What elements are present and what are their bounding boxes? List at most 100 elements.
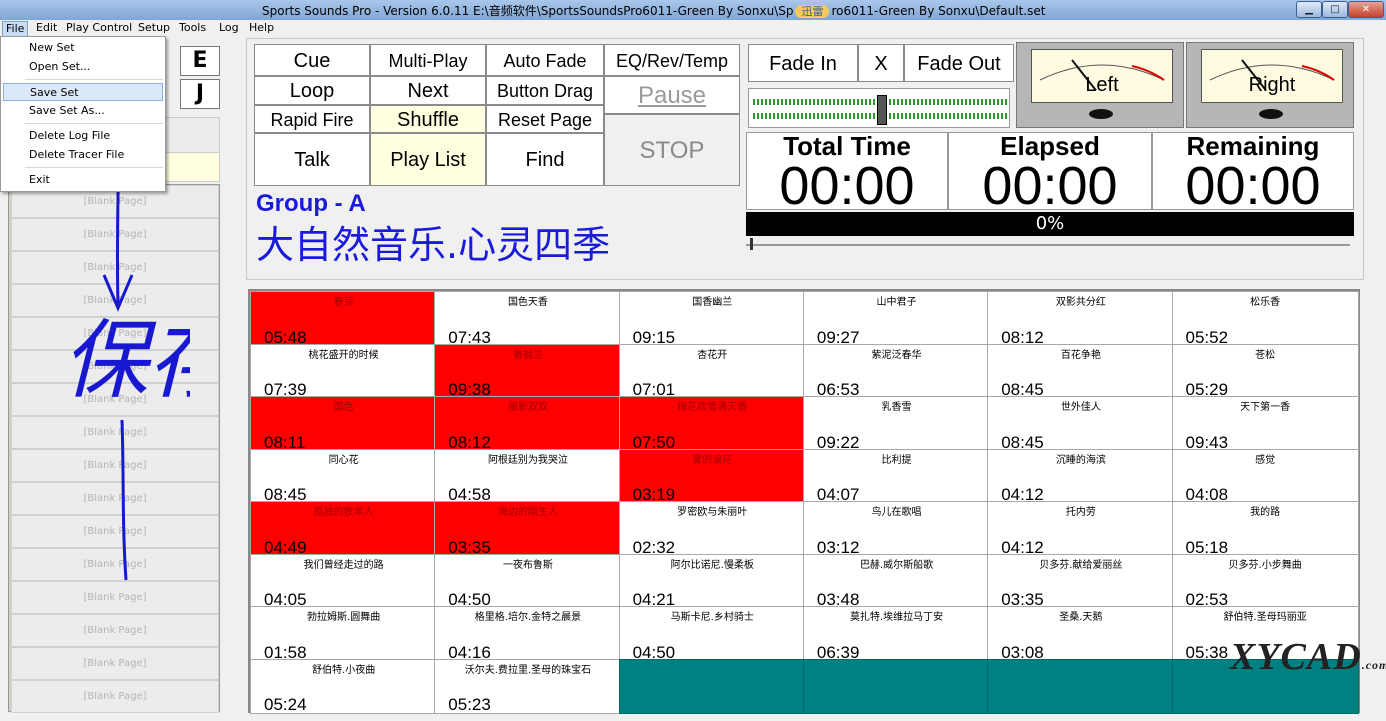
xycad-watermark: XYCAD.com <box>1230 636 1386 678</box>
play-list-button[interactable]: Play List <box>370 133 486 186</box>
page-item[interactable]: [Blank Page] <box>11 647 219 680</box>
sound-title: 春芽 <box>333 297 354 308</box>
elapsed-display: Elapsed 00:00 <box>948 132 1152 210</box>
shuffle-button[interactable]: Shuffle <box>370 105 486 133</box>
sound-button[interactable]: 沉睡的海滨 04:12 <box>987 448 1175 504</box>
menu-play-control[interactable]: Play Control <box>63 21 135 35</box>
sound-button[interactable]: 托内劳 04:12 <box>987 501 1175 557</box>
position-slider[interactable] <box>746 238 1350 250</box>
sound-button[interactable]: 巴赫.威尔斯船歌 03:48 <box>802 553 991 609</box>
sound-button[interactable]: 勃拉姆斯.圆舞曲 01:58 <box>250 606 438 662</box>
sound-button[interactable]: 杏花开 07:01 <box>618 343 806 399</box>
sound-button[interactable]: 鸟儿在歌唱 03:12 <box>802 501 991 557</box>
sound-button[interactable]: 圣桑.天鹅 03:08 <box>987 606 1175 662</box>
multi-play-button[interactable]: Multi-Play <box>370 44 486 76</box>
stop-button[interactable]: STOP <box>604 114 740 186</box>
maximize-button[interactable]: □ <box>1322 1 1348 18</box>
sound-button[interactable]: 苍松 05:29 <box>1171 343 1359 399</box>
find-button[interactable]: Find <box>486 133 604 186</box>
menu-edit[interactable]: Edit <box>33 21 60 35</box>
empty-sound-button[interactable] <box>802 658 991 714</box>
sound-button[interactable]: 比利提 04:07 <box>802 448 991 504</box>
sound-title: 丽影双双 <box>507 402 548 413</box>
menu-item-save-set-as[interactable]: Save Set As... <box>3 102 163 120</box>
close-button[interactable]: ✕ <box>1348 1 1384 18</box>
sound-title: 乳香雪 <box>881 402 912 413</box>
sound-button[interactable]: 乳香雪 09:22 <box>802 396 991 452</box>
sound-title: 天下第一香 <box>1240 402 1291 413</box>
sound-button[interactable]: 国色 08:11 <box>250 396 438 452</box>
sound-button[interactable]: 同心花 08:45 <box>250 448 438 504</box>
menu-item-delete-tracer-file[interactable]: Delete Tracer File <box>3 146 163 164</box>
menu-item-delete-log-file[interactable]: Delete Log File <box>3 127 163 145</box>
pause-button[interactable]: Pause <box>604 76 740 114</box>
sound-button[interactable]: 松乐香 05:52 <box>1171 291 1359 347</box>
group-name: 大自然音乐.心灵四季 <box>256 223 611 267</box>
sound-button[interactable]: 香祖兰 09:38 <box>434 343 622 399</box>
sound-button[interactable]: 莫扎特.埃维拉马丁安 06:39 <box>802 606 991 662</box>
reset-page-button[interactable]: Reset Page <box>486 105 604 133</box>
sound-button[interactable]: 桃花盛开的时候 07:39 <box>250 343 438 399</box>
sound-button[interactable]: 紫泥泛春华 06:53 <box>802 343 991 399</box>
minimize-button[interactable]: ▁ <box>1296 1 1322 18</box>
sound-button[interactable]: 格里格.培尔.金特之晨景 04:16 <box>434 606 622 662</box>
menu-item-new-set[interactable]: New Set <box>3 39 163 57</box>
menu-setup[interactable]: Setup <box>135 21 173 35</box>
page-item[interactable]: [Blank Page] <box>11 614 219 647</box>
thunder-badge[interactable]: 迅雷 <box>795 5 830 18</box>
volume-slider-thumb[interactable] <box>877 95 887 125</box>
sound-button[interactable]: 双影共分红 08:12 <box>987 291 1175 347</box>
auto-fade-button[interactable]: Auto Fade <box>486 44 604 76</box>
talk-button[interactable]: Talk <box>254 133 370 186</box>
sound-title: 世外佳人 <box>1060 402 1101 413</box>
fade-in-button[interactable]: Fade In <box>748 44 858 82</box>
sound-button[interactable]: 阿尔比诺尼.慢柔板 04:21 <box>618 553 806 609</box>
page-letter-e[interactable]: E <box>180 46 220 76</box>
sound-button[interactable]: 国香幽兰 09:15 <box>618 291 806 347</box>
fade-out-button[interactable]: Fade Out <box>904 44 1014 82</box>
sound-button[interactable]: 梅花吹雪满天香 07:50 <box>618 396 806 452</box>
sound-button[interactable]: 阿根廷别为我哭泣 04:58 <box>434 448 622 504</box>
menu-item-save-set[interactable]: Save Set <box>3 83 163 101</box>
cue-button[interactable]: Cue <box>254 44 370 76</box>
next-button[interactable]: Next <box>370 76 486 105</box>
sound-button[interactable]: 沃尔夫.费拉里.圣母的珠宝石 05:23 <box>434 658 622 714</box>
sound-button[interactable]: 舒伯特.小夜曲 05:24 <box>250 658 438 714</box>
menu-log[interactable]: Log <box>216 21 242 35</box>
sound-button[interactable]: 感觉 04:08 <box>1171 448 1359 504</box>
sound-button[interactable]: 天下第一香 09:43 <box>1171 396 1359 452</box>
menu-item-open-set[interactable]: Open Set... <box>3 58 163 76</box>
sound-button[interactable]: 马斯卡尼.乡村骑士 04:50 <box>618 606 806 662</box>
loop-button[interactable]: Loop <box>254 76 370 105</box>
sound-button[interactable]: 百花争艳 08:45 <box>987 343 1175 399</box>
sound-button[interactable]: 一夜布鲁斯 04:50 <box>434 553 622 609</box>
sound-button[interactable]: 孤独的牧羊人 04:49 <box>250 501 438 557</box>
sound-button[interactable]: 山中君子 09:27 <box>802 291 991 347</box>
sound-button[interactable]: 我的路 05:18 <box>1171 501 1359 557</box>
sound-button[interactable]: 我们曾经走过的路 04:05 <box>250 553 438 609</box>
empty-sound-button[interactable] <box>987 658 1175 714</box>
button-drag-button[interactable]: Button Drag <box>486 76 604 105</box>
remaining-value: 00:00 <box>1185 156 1321 210</box>
sound-button[interactable]: 贝多芬.小步舞曲 02:53 <box>1171 553 1359 609</box>
menu-item-exit[interactable]: Exit <box>3 171 163 189</box>
sound-title: 罗密欧与朱丽叶 <box>677 507 748 518</box>
sound-button[interactable]: 春芽 05:48 <box>250 291 438 347</box>
sound-button[interactable]: 世外佳人 08:45 <box>987 396 1175 452</box>
knob-icon <box>1089 109 1113 119</box>
fade-x-button[interactable]: X <box>858 44 904 82</box>
sound-button[interactable]: 贝多芬.献给爱丽丝 03:35 <box>987 553 1175 609</box>
menu-file[interactable]: File <box>2 21 29 37</box>
eq-rev-temp-button[interactable]: EQ/Rev/Temp <box>604 44 740 76</box>
vu-meter-left: Left <box>1016 42 1184 128</box>
sound-button[interactable]: 罗密欧与朱丽叶 02:32 <box>618 501 806 557</box>
sound-button[interactable]: 丽影双双 08:12 <box>434 396 622 452</box>
rapid-fire-button[interactable]: Rapid Fire <box>254 105 370 133</box>
menu-help[interactable]: Help <box>246 21 277 35</box>
sound-button[interactable]: 爱的浪花 03:19 <box>618 448 806 504</box>
menu-tools[interactable]: Tools <box>176 21 209 35</box>
empty-sound-button[interactable] <box>618 658 806 714</box>
page-item[interactable]: [Blank Page] <box>11 680 219 713</box>
sound-button[interactable]: 海边的陌生人 03:35 <box>434 501 622 557</box>
sound-button[interactable]: 国色天香 07:43 <box>434 291 622 347</box>
